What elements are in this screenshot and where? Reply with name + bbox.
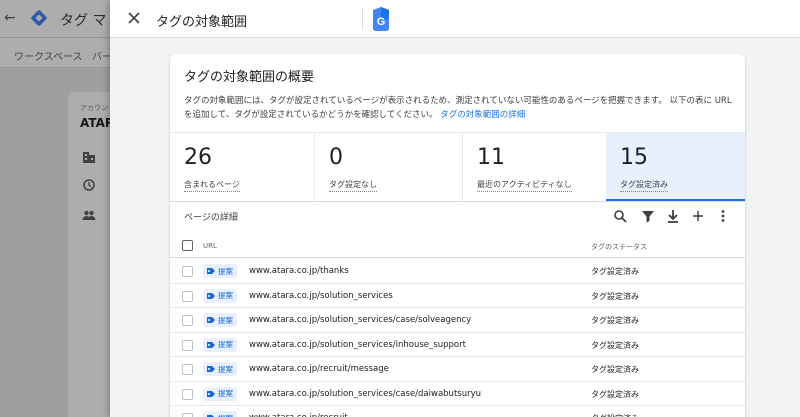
table-row: 提案 www.atara.co.jp/recruit/message タグ設定済… xyxy=(170,357,745,382)
table-row: 提案 www.atara.co.jp/solution_services/cas… xyxy=(170,308,745,333)
add-icon[interactable] xyxy=(688,206,708,226)
suggestion-badge[interactable]: 提案 xyxy=(203,411,237,417)
suggestion-icon xyxy=(207,268,215,274)
table-row: 提案 www.atara.co.jp/solution_services/cas… xyxy=(170,382,745,406)
svg-text:G: G xyxy=(377,16,386,28)
table-row: 提案 www.atara.co.jp/thanks タグ設定済み xyxy=(170,259,745,284)
row-url: www.atara.co.jp/recruit/message xyxy=(249,364,389,374)
row-url: www.atara.co.jp/solution_services/case/s… xyxy=(249,315,472,325)
stat-value: 11 xyxy=(477,145,505,170)
row-checkbox[interactable] xyxy=(182,388,193,400)
header-divider xyxy=(362,8,363,30)
close-icon[interactable] xyxy=(124,8,144,28)
stat-not-tagged[interactable]: 0 タグ設定なし xyxy=(315,133,463,201)
google-tag-icon: G xyxy=(373,7,389,31)
row-url: www.atara.co.jp/recruit xyxy=(249,413,348,417)
learn-more-link[interactable]: タグの対象範囲の詳細 xyxy=(440,110,525,120)
table-header: URL タグのステータス xyxy=(170,234,745,258)
suggestion-badge[interactable]: 提案 xyxy=(203,288,237,303)
stat-value: 15 xyxy=(620,145,648,170)
stat-tagged[interactable]: 15 タグ設定済み xyxy=(606,133,745,201)
tag-coverage-panel: タグの対象範囲 G タグの対象範囲の概要 タグの対象範囲には、タグが設定されてい… xyxy=(110,0,800,417)
overview-title: タグの対象範囲の概要 xyxy=(184,70,315,85)
suggestion-icon xyxy=(207,292,215,299)
table-row: 提案 www.atara.co.jp/recruit タグ設定済み xyxy=(170,406,745,417)
panel-title: タグの対象範囲 xyxy=(156,15,248,30)
overview-description: タグの対象範囲には、タグが設定されているページが表示されるため、測定されていない… xyxy=(184,94,739,122)
overview-card: タグの対象範囲の概要 タグの対象範囲には、タグが設定されているページが表示される… xyxy=(170,54,745,417)
row-checkbox[interactable] xyxy=(182,364,193,375)
row-status: タグ設定済み xyxy=(591,267,639,276)
stat-no-recent-activity[interactable]: 11 最近のアクティビティなし xyxy=(463,133,606,201)
stat-included-pages[interactable]: 26 含まれるページ xyxy=(170,133,315,201)
more-vert-icon[interactable] xyxy=(713,206,733,226)
stat-label: 含まれるページ xyxy=(184,179,240,192)
badge-label: 提案 xyxy=(218,364,233,374)
row-checkbox[interactable] xyxy=(182,413,193,417)
table-row: 提案 www.atara.co.jp/solution_services/inh… xyxy=(170,333,745,357)
download-icon[interactable] xyxy=(663,206,683,226)
badge-label: 提案 xyxy=(218,291,233,300)
column-header-status[interactable]: タグのステータス xyxy=(591,242,647,252)
suggestion-badge[interactable]: 提案 xyxy=(203,264,237,278)
row-status: タグ設定済み xyxy=(591,365,639,374)
suggestion-badge[interactable]: 提案 xyxy=(203,362,237,376)
row-status: タグ設定済み xyxy=(591,389,639,399)
select-all-checkbox[interactable] xyxy=(182,240,193,251)
row-status: タグ設定済み xyxy=(591,340,639,350)
row-status: タグ設定済み xyxy=(591,316,639,325)
row-checkbox[interactable] xyxy=(182,339,193,351)
page-details-title: ページの詳細 xyxy=(184,213,238,223)
table-toolbar xyxy=(610,206,740,226)
suggestion-icon xyxy=(207,317,215,323)
row-url: www.atara.co.jp/solution_services/inhous… xyxy=(249,339,466,350)
badge-label: 提案 xyxy=(218,389,233,398)
row-status: タグ設定済み xyxy=(591,413,639,417)
search-icon[interactable] xyxy=(610,206,630,226)
badge-label: 提案 xyxy=(218,413,233,417)
column-header-url[interactable]: URL xyxy=(203,242,217,250)
suggestion-badge[interactable]: 提案 xyxy=(203,386,237,401)
stat-value: 26 xyxy=(184,145,212,170)
table-row: 提案 www.atara.co.jp/solution_services タグ設… xyxy=(170,284,745,308)
suggestion-badge[interactable]: 提案 xyxy=(203,313,237,327)
suggestion-badge[interactable]: 提案 xyxy=(203,337,237,352)
badge-label: 提案 xyxy=(218,340,233,349)
panel-header: タグの対象範囲 G xyxy=(110,0,800,38)
row-status: タグ設定済み xyxy=(591,291,639,301)
row-url: www.atara.co.jp/thanks xyxy=(249,266,349,276)
suggestion-icon xyxy=(207,366,215,372)
stat-value: 0 xyxy=(329,145,343,170)
row-checkbox[interactable] xyxy=(182,315,193,326)
row-checkbox[interactable] xyxy=(182,290,193,302)
suggestion-icon xyxy=(207,341,215,348)
row-url: www.atara.co.jp/solution_services/case/d… xyxy=(249,388,482,399)
suggestion-icon xyxy=(207,390,215,397)
row-url: www.atara.co.jp/solution_services xyxy=(249,290,393,301)
stat-label: 最近のアクティビティなし xyxy=(477,179,572,192)
filter-icon[interactable] xyxy=(638,206,658,226)
row-checkbox[interactable] xyxy=(182,266,193,277)
badge-label: 提案 xyxy=(218,315,233,325)
stats-row: 26 含まれるページ 0 タグ設定なし 11 最近のアクティビティなし 15 タ… xyxy=(170,132,745,202)
suggestion-icon xyxy=(207,415,214,417)
stat-label: タグ設定なし xyxy=(329,179,377,192)
badge-label: 提案 xyxy=(218,266,233,276)
stat-label: タグ設定済み xyxy=(620,179,668,192)
